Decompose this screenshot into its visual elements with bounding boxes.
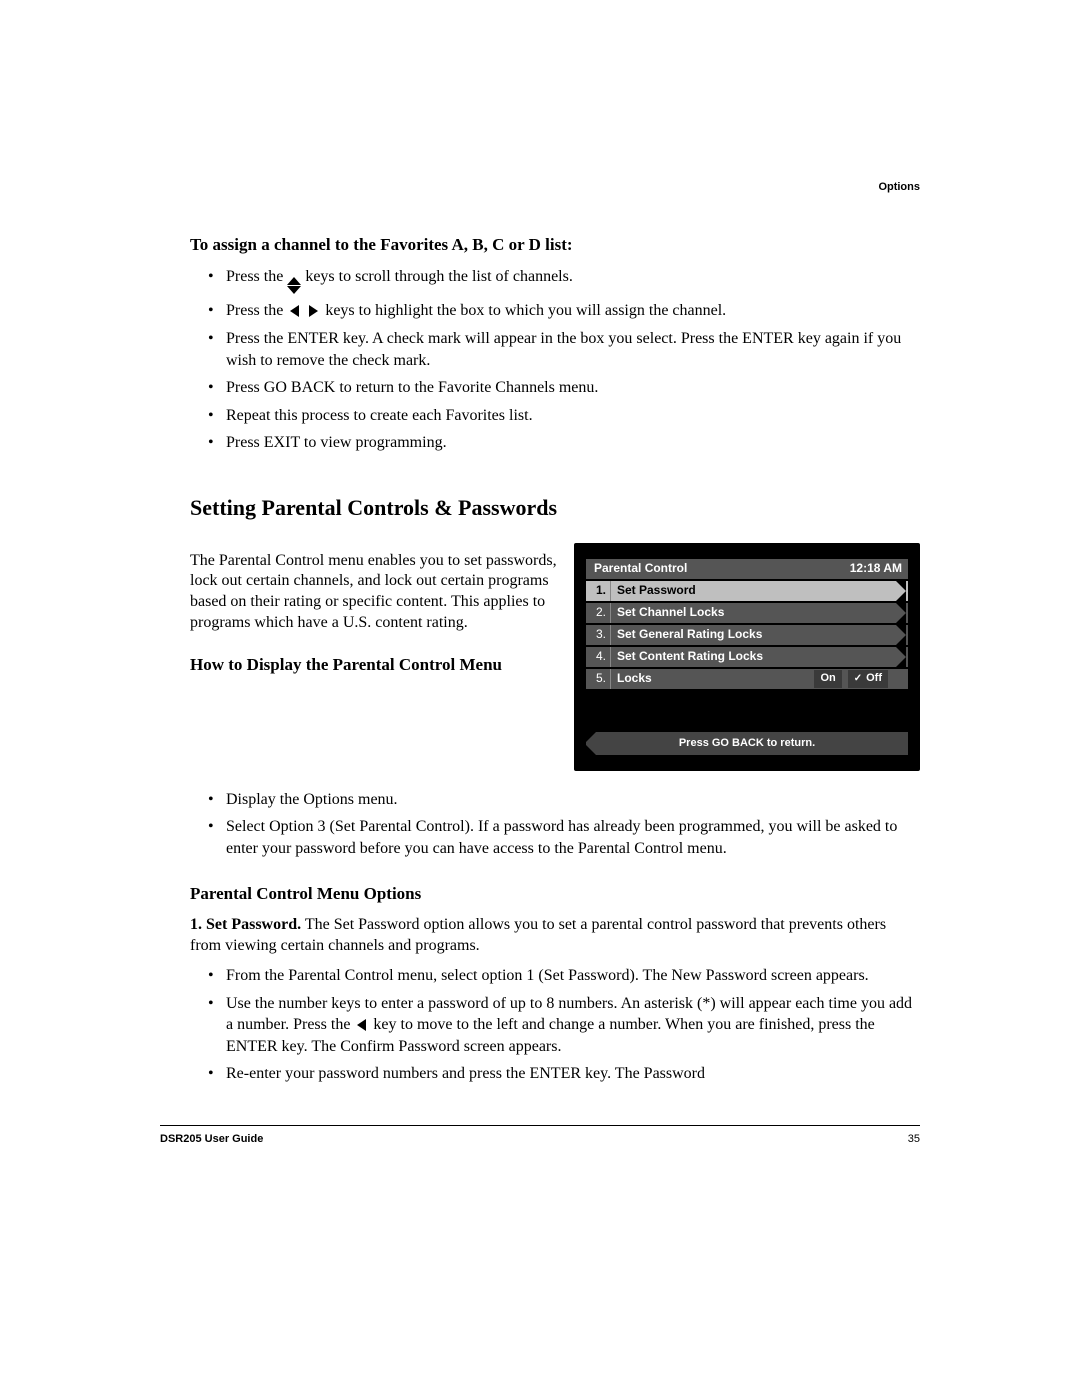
chevron-right-icon [896,581,906,601]
tv-title-row: Parental Control 12:18 AM [586,559,908,579]
menu-number: 5. [586,669,611,689]
menu-label: Set General Rating Locks [617,627,762,643]
menu-number: 4. [586,647,611,667]
tv-menu-item: 4. Set Content Rating Locks [586,647,908,667]
locks-on-box: On [814,670,841,688]
text: keys to scroll through the list of chann… [301,268,573,285]
tv-screenshot: Parental Control 12:18 AM 1. Set Password… [574,543,920,771]
menu-number: 1. [586,581,611,601]
left-arrow-icon [290,305,299,317]
updown-arrow-icon [287,277,301,294]
chevron-right-icon [896,647,906,667]
options-heading: Parental Control Menu Options [190,883,920,905]
footer-page-number: 35 [908,1132,920,1146]
tv-menu-item: 2. Set Channel Locks [586,603,908,623]
menu-label: Locks [617,671,652,687]
menu-label: Set Content Rating Locks [617,649,763,665]
bullet-item: Select Option 3 (Set Parental Control). … [208,816,920,859]
document-page: Options To assign a channel to the Favor… [100,0,980,1266]
bullet-item: Re-enter your password numbers and press… [208,1063,920,1085]
left-arrow-icon [357,1019,366,1031]
bullet-item: Press GO BACK to return to the Favorite … [208,377,920,399]
content-area: To assign a channel to the Favorites A, … [190,234,920,1085]
section-title: Setting Parental Controls & Passwords [190,494,920,523]
option-1-paragraph: 1. Set Password. The Set Password option… [190,915,920,957]
bullet-item: Press EXIT to view programming. [208,432,920,454]
menu-number: 2. [586,603,611,623]
bullet-item: Press the ENTER key. A check mark will a… [208,328,920,371]
bullet-item: Display the Options menu. [208,789,920,811]
intro-flow: Parental Control 12:18 AM 1. Set Password… [190,543,920,783]
favorites-bullets: Press the keys to scroll through the lis… [208,266,920,454]
menu-label: Set Password [617,583,696,599]
howto-bullets: Display the Options menu. Select Option … [208,789,920,860]
right-arrow-icon [309,305,318,317]
bullet-item: From the Parental Control menu, select o… [208,965,920,987]
menu-number: 3. [586,625,611,645]
bullet-item: Press the keys to highlight the box to w… [208,300,920,322]
bullet-item: Press the keys to scroll through the lis… [208,266,920,294]
tv-title-text: Parental Control [586,561,850,577]
text: Press the [226,268,287,285]
check-icon: ✓ [854,672,862,685]
bullet-item: Use the number keys to enter a password … [208,993,920,1058]
tv-screen: Parental Control 12:18 AM 1. Set Password… [574,543,920,771]
locks-off-box: ✓Off [848,670,888,688]
tv-footer: Press GO BACK to return. [586,732,908,754]
menu-label: Set Channel Locks [617,605,724,621]
bullet-item: Repeat this process to create each Favor… [208,405,920,427]
footer-guide: DSR205 User Guide [160,1132,263,1146]
option-1-label: 1. Set Password. [190,916,301,933]
favorites-heading: To assign a channel to the Favorites A, … [190,234,920,256]
locks-toggle: On ✓Off [814,670,888,688]
page-footer: DSR205 User Guide 35 [160,1125,920,1146]
chevron-right-icon [896,603,906,623]
option-1-bullets: From the Parental Control menu, select o… [208,965,920,1085]
tv-menu-item: 3. Set General Rating Locks [586,625,908,645]
tv-menu-item: 1. Set Password [586,581,908,601]
text: keys to highlight the box to which you w… [321,302,726,319]
chevron-right-icon [896,625,906,645]
tv-clock: 12:18 AM [850,561,908,577]
tv-locks-row: 5. Locks On ✓Off [586,669,908,689]
section-header: Options [160,180,920,194]
text: Press the [226,302,287,319]
